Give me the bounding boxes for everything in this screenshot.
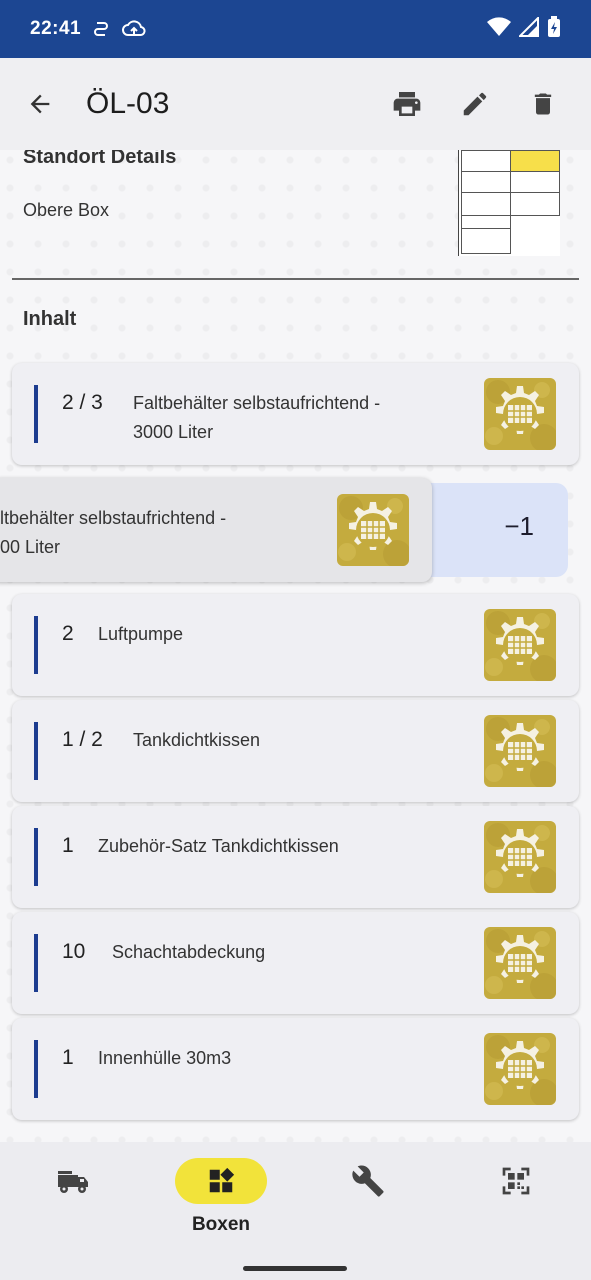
signal-icon [517,15,539,42]
item-name: Schachtabdeckung [112,942,266,962]
app-bar: ÖL-03 [0,58,591,150]
location-plan-thumbnail[interactable] [458,150,560,256]
page-title: ÖL-03 [86,87,170,120]
sync-icon [91,19,111,39]
item-quantity: 1 [62,1046,74,1069]
gear-grid-icon [337,494,409,566]
list-item[interactable]: 1 Zubehör-Satz Tankdichtkissen [12,806,579,908]
delete-button[interactable] [509,70,577,138]
edit-icon [463,92,487,116]
nav-item-qr-scan[interactable] [466,1158,566,1248]
section-divider [12,278,579,280]
list-item[interactable]: 2 / 3 Faltbehälter selbstaufrichtend - 3… [12,363,579,465]
status-time: 22:41 [30,18,82,39]
print-button[interactable] [373,70,441,138]
accent-bar [34,1040,38,1098]
nav-item-werkzeug[interactable] [318,1158,418,1248]
nav-label-boxen: Boxen [191,1214,251,1235]
content-area[interactable]: Standort Details Obere Box Inhalt 2 / 3 … [0,150,591,1142]
item-quantity: 1 [62,834,74,857]
back-button[interactable] [0,58,80,150]
accent-bar [34,828,38,886]
standort-subtitle: Obere Box [23,200,110,220]
item-quantity: 2 [62,622,74,645]
gear-grid-icon [484,715,556,787]
accent-bar [34,616,38,674]
gear-grid-icon [484,378,556,450]
arrow-back-icon [30,94,50,114]
fire-truck-icon [58,1171,88,1193]
list-item-swiped[interactable]: altbehälter selbstaufrichtend - 500 Lite… [0,478,432,582]
accent-bar [34,385,38,443]
list-item[interactable]: 1 / 2 Tankdichtkissen [12,700,579,802]
item-name: Luftpumpe [98,624,184,644]
bottom-navigation: Boxen [0,1142,591,1280]
nav-item-fahrzeuge[interactable] [23,1158,123,1248]
item-name: altbehälter selbstaufrichtend - 500 Lite… [0,508,227,557]
standort-title: Standort Details [23,150,177,168]
edit-button[interactable] [441,70,509,138]
battery-charging-icon [547,15,561,43]
nav-active-indicator [175,1158,267,1204]
item-name: Tankdichtkissen [133,730,261,750]
item-name: Innenhülle 30m3 [98,1048,232,1068]
accent-bar [34,934,38,992]
status-bar: 22:41 [0,0,591,58]
nav-item-boxen[interactable]: Boxen [171,1158,271,1248]
gear-grid-icon [484,927,556,999]
home-indicator[interactable] [243,1266,347,1271]
item-name: Faltbehälter selbstaufrichtend - 3000 Li… [133,393,381,442]
qr-code-icon [502,1167,530,1195]
item-quantity: 2 / 3 [62,391,103,414]
decrement-label: −1 [504,511,534,541]
cloud-upload-icon [121,19,147,39]
item-quantity: 1 / 2 [62,728,103,751]
wrench-icon [352,1165,384,1197]
boxes-icon [209,1167,235,1193]
inhalt-title: Inhalt [23,308,77,330]
list-item[interactable]: 1 Innenhülle 30m3 [12,1018,579,1120]
wifi-icon [487,16,511,42]
delete-icon [534,93,552,115]
list-item[interactable]: 10 Schachtabdeckung [12,912,579,1014]
item-quantity: 10 [62,940,86,963]
gear-grid-icon [484,609,556,681]
list-item[interactable]: 2 Luftpumpe [12,594,579,696]
print-icon [393,92,421,116]
gear-grid-icon [484,1033,556,1105]
item-name: Zubehör-Satz Tankdichtkissen [98,836,339,856]
gear-grid-icon [484,821,556,893]
accent-bar [34,722,38,780]
